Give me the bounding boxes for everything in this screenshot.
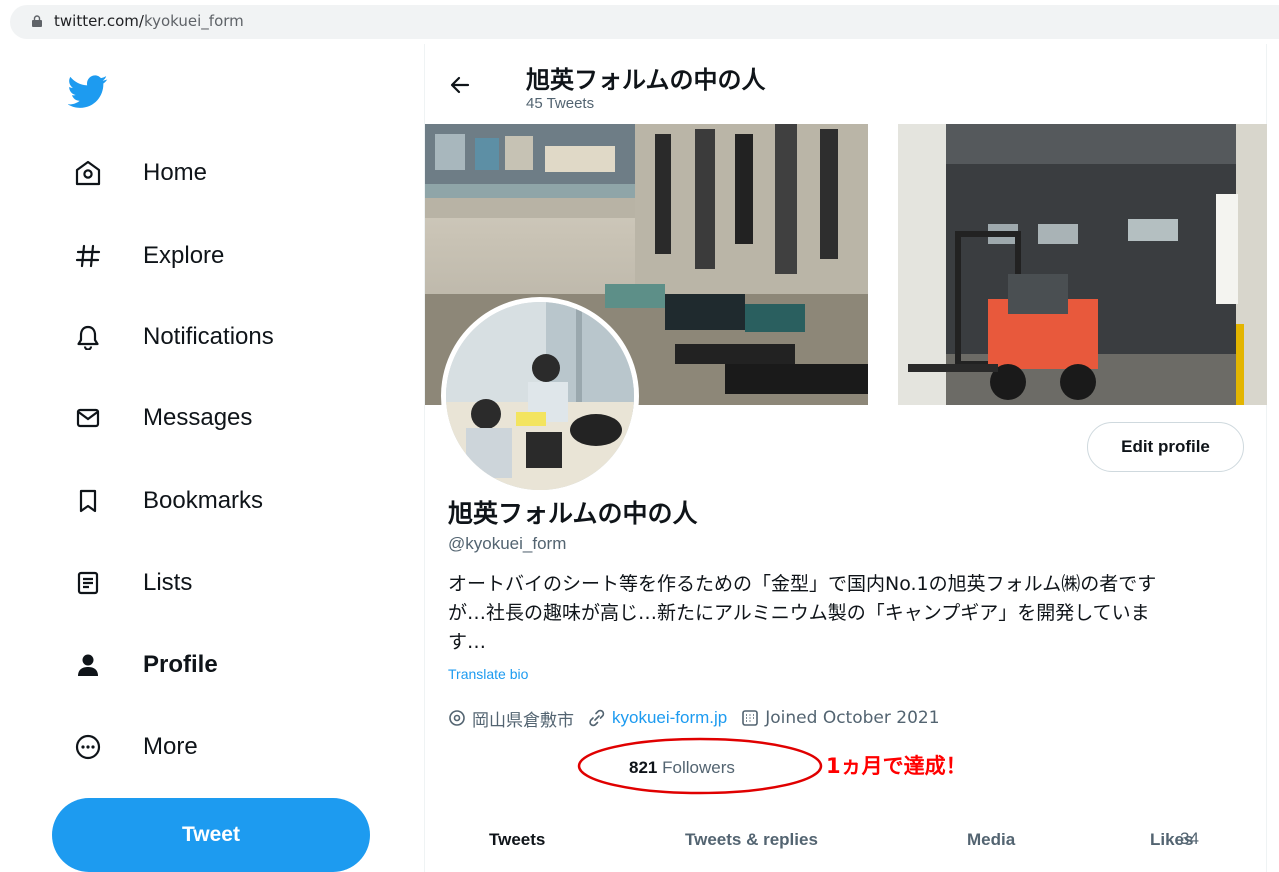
- sidebar-item-explore[interactable]: Explore: [60, 228, 224, 284]
- sidebar-item-label: Home: [143, 159, 208, 186]
- location-text: 岡山県倉敷市: [472, 710, 574, 731]
- home-icon: [72, 157, 104, 189]
- page-number: 34: [1180, 829, 1199, 848]
- calendar-icon: [742, 710, 759, 726]
- sidebar-item-label: Explore: [143, 242, 225, 269]
- profile-joined: Joined October 2021: [741, 708, 940, 728]
- profile-tabs: Tweets Tweets & replies Media Likes: [425, 814, 1267, 872]
- location-pin-icon: [449, 710, 465, 726]
- bell-icon: [72, 321, 104, 353]
- sidebar-item-notifications[interactable]: Notifications: [60, 309, 274, 365]
- edit-profile-button[interactable]: Edit profile: [1087, 422, 1244, 472]
- url-text[interactable]: twitter.com/kyokuei_form: [54, 12, 244, 30]
- tab-media[interactable]: Media: [967, 830, 1015, 850]
- profile-meta: 岡山県倉敷市 kyokuei-form.jp Joined October 20…: [448, 706, 954, 731]
- tweet-button[interactable]: Tweet: [52, 798, 370, 872]
- followers-label: Followers: [662, 758, 735, 777]
- joined-text: Joined October 2021: [765, 708, 940, 728]
- tab-tweets[interactable]: Tweets: [489, 830, 545, 850]
- sidebar-item-label: Messages: [143, 404, 253, 431]
- sidebar-item-label: Profile: [143, 651, 218, 678]
- profile-avatar[interactable]: [441, 297, 639, 495]
- envelope-icon: [72, 402, 104, 434]
- link-icon: [589, 709, 605, 727]
- url-host: twitter.com/: [54, 12, 144, 30]
- followers-count: 821: [629, 758, 658, 777]
- bio-line: オートバイのシート等を作るための「金型」で国内No.1の旭英フォルム㈱の者です: [448, 573, 1157, 595]
- sidebar-item-label: Bookmarks: [143, 487, 264, 514]
- bookmark-icon: [72, 485, 104, 517]
- header-tweet-count: 45 Tweets: [526, 95, 595, 112]
- sidebar-nav: Home Explore Notifications Messages Book…: [0, 44, 425, 872]
- profile-main-column: 旭英フォルムの中の人 45 Tweets Edit profile 旭英フォルム…: [424, 44, 1267, 872]
- hashtag-icon: [72, 240, 104, 272]
- sidebar-item-label: Notifications: [143, 323, 274, 350]
- back-arrow-icon[interactable]: [449, 74, 471, 96]
- browser-address-bar[interactable]: twitter.com/kyokuei_form: [0, 0, 1279, 44]
- profile-bio: オートバイのシート等を作るための「金型」で国内No.1の旭英フォルム㈱の者です …: [448, 570, 1248, 657]
- person-icon: [72, 649, 104, 681]
- banner-photo-forklift: [898, 124, 1267, 405]
- sidebar-item-profile[interactable]: Profile: [60, 637, 218, 693]
- sidebar-item-home[interactable]: Home: [60, 145, 207, 201]
- sidebar-item-more[interactable]: More: [60, 719, 198, 775]
- translate-bio-link[interactable]: Translate bio: [448, 666, 528, 682]
- url-path: kyokuei_form: [143, 12, 244, 30]
- profile-website[interactable]: kyokuei-form.jp: [588, 708, 727, 728]
- annotation-text: 1ヵ月で達成！: [826, 754, 967, 778]
- twitter-logo-icon[interactable]: [68, 75, 108, 109]
- profile-location: 岡山県倉敷市: [448, 706, 574, 731]
- more-circle-icon: [72, 731, 104, 763]
- profile-name: 旭英フォルムの中の人: [448, 499, 698, 528]
- lock-icon: [32, 15, 42, 27]
- sidebar-item-lists[interactable]: Lists: [60, 555, 192, 611]
- sidebar-item-label: Lists: [143, 569, 193, 596]
- sidebar-item-label: More: [143, 733, 198, 760]
- sidebar-item-messages[interactable]: Messages: [60, 390, 252, 446]
- followers-link[interactable]: 821 Followers: [629, 758, 735, 778]
- list-icon: [72, 567, 104, 599]
- sidebar-item-bookmarks[interactable]: Bookmarks: [60, 473, 263, 529]
- bio-line: が…社長の趣味が高じ…新たにアルミニウム製の「キャンプギア」を開発していま: [448, 602, 1150, 624]
- profile-handle: @kyokuei_form: [448, 534, 567, 553]
- website-link[interactable]: kyokuei-form.jp: [612, 708, 727, 728]
- bio-line: す…: [448, 631, 487, 653]
- header-profile-name: 旭英フォルムの中の人: [526, 66, 766, 94]
- tab-tweets-and-replies[interactable]: Tweets & replies: [685, 830, 818, 850]
